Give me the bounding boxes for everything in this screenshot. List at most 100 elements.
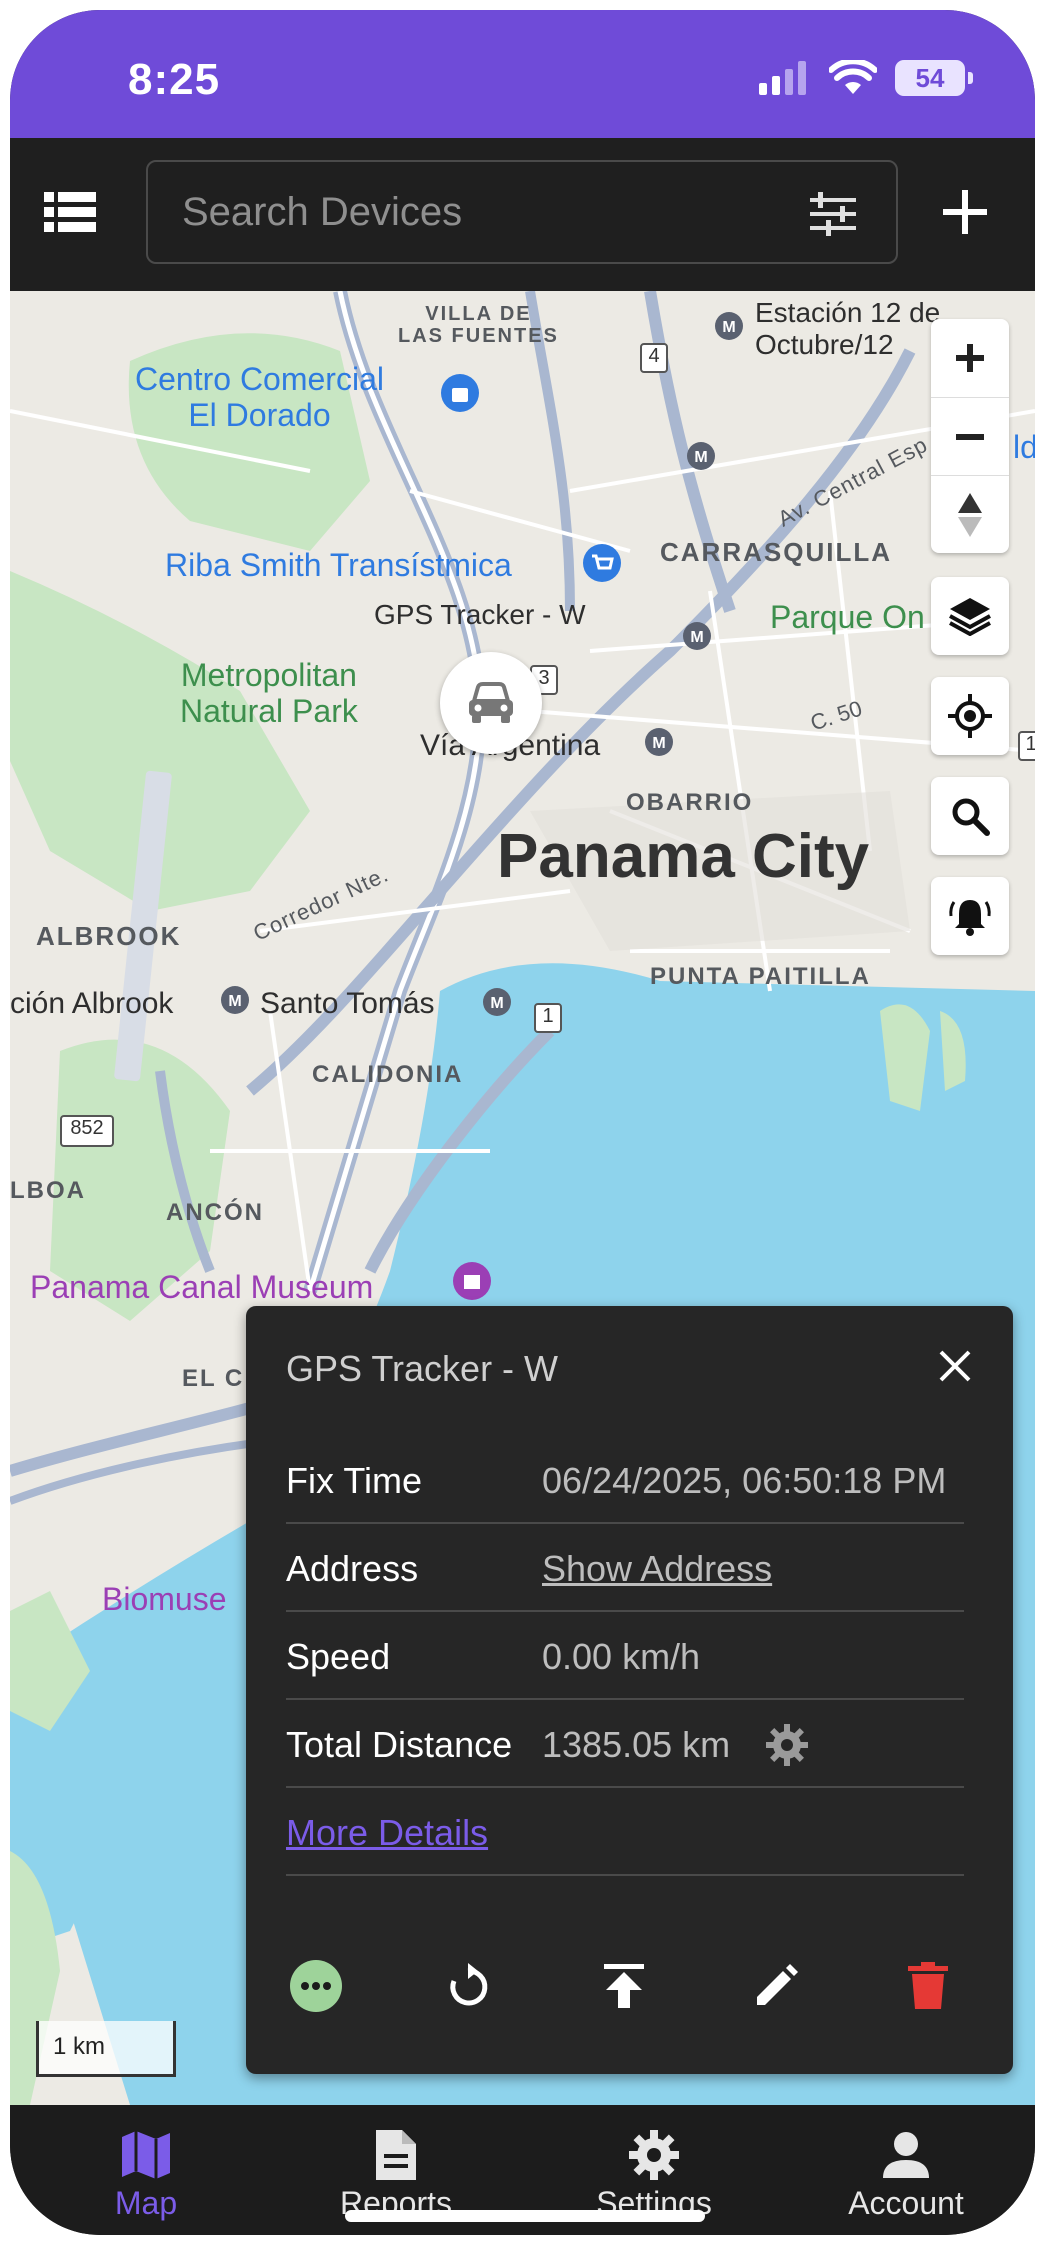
row-label: Address [286,1548,419,1589]
person-icon [883,2132,929,2178]
layers-button[interactable] [931,577,1009,655]
wifi-icon [829,60,877,94]
map-label-parque: Parque On [770,599,925,635]
signal-icon [759,61,806,95]
map-label-calidonia: CALIDONIA [312,1061,464,1088]
nav-account[interactable]: Account [806,2125,1006,2222]
speed-value: 0.00 km/h [542,1636,701,1677]
map-label-ld: ld [1013,429,1035,465]
map-label-santo-tomas: Santo Tomás [260,987,435,1020]
nav-settings[interactable]: Settings [554,2125,754,2222]
shopping-bag-poi-icon [441,374,479,412]
row-address: Address Show Address [286,1524,964,1612]
search-devices-box [146,160,898,264]
plus-icon [956,344,984,372]
svg-text:M: M [722,319,735,336]
map-label-ancon: ANCÓN [166,1199,264,1226]
status-icons: 54 [759,60,973,96]
map-label-el-c: EL C [182,1365,245,1392]
nav-reports[interactable]: Reports [296,2125,496,2222]
svg-text:M: M [652,735,665,752]
upload-icon [604,1964,644,2008]
top-toolbar [10,138,1035,291]
search-icon [952,798,990,836]
add-device-icon[interactable] [935,182,995,242]
museum-poi-icon [453,1262,491,1300]
row-label: Speed [286,1636,391,1677]
zoom-controls [931,319,1009,553]
map-label-boa: LBOA [10,1177,86,1204]
map-label-villa: VILLA DE LAS FUENTES [398,303,559,347]
map-view[interactable]: VILLA DE LAS FUENTES Estación 12 de Octu… [10,291,1035,2105]
search-devices-input[interactable] [182,162,782,262]
layers-icon [949,598,991,636]
svg-text:M: M [694,449,707,466]
zoom-in-button[interactable] [931,319,1009,397]
locate-button[interactable] [931,677,1009,755]
route-shield-4: 4 [640,343,668,373]
more-options-button[interactable] [286,1956,346,2016]
map-label-albrook-station: ción Albrook [10,987,174,1020]
close-icon[interactable] [935,1346,975,1386]
gear-icon [629,2130,679,2180]
map-label-gps-marker: GPS Tracker - W [374,599,586,630]
replay-icon [450,1963,488,2006]
nav-map[interactable]: Map [46,2125,246,2222]
route-shield-852: 852 [60,1115,114,1147]
more-horiz-icon [290,1960,342,2012]
map-label-estacion: Estación 12 de Octubre/12 [755,297,941,360]
edit-button[interactable] [746,1956,806,2016]
row-label: Fix Time [286,1460,423,1501]
status-bar: 8:25 54 [10,10,1035,138]
home-indicator [345,2210,705,2222]
metro-station-icon: M [683,622,711,650]
zoom-out-button[interactable] [931,397,1009,475]
show-address-link[interactable]: Show Address [542,1548,772,1590]
bell-alarm-icon [949,900,991,936]
nav-label: Map [114,2185,178,2221]
map-label-canal-museum: Panama Canal Museum [30,1269,374,1305]
vehicle-marker[interactable] [440,652,542,754]
send-command-button[interactable] [594,1956,654,2016]
metro-station-icon: M [483,988,511,1016]
popup-device-title: GPS Tracker - W [286,1348,559,1389]
trash-icon [908,1962,948,2009]
map-search-button[interactable] [931,777,1009,855]
route-shield-1: 1 [534,1003,562,1033]
delete-button[interactable] [898,1956,958,2016]
map-icon [122,2131,170,2179]
list-menu-icon[interactable] [44,190,96,234]
map-label-albrook: ALBROOK [36,921,182,951]
filter-tune-icon[interactable] [810,192,856,236]
map-label-carrasquilla: CARRASQUILLA [660,537,892,567]
row-total-distance: Total Distance 1385.05 km [286,1700,964,1788]
metro-station-icon: M [687,442,715,470]
fix-time-value: 06/24/2025, 06:50:18 PM [542,1460,947,1501]
crosshair-icon [948,694,992,738]
more-details-link[interactable]: More Details [286,1812,488,1854]
gear-settings-icon[interactable] [764,1722,810,1768]
map-label-centro-comercial: Centro Comercial El Dorado [135,361,384,433]
popup-actions [286,1956,976,2026]
nav-label: Account [848,2185,964,2221]
metro-station-icon: M [715,312,743,340]
status-time: 8:25 [128,55,221,104]
minus-icon [956,433,984,440]
map-label-riba-smith: Riba Smith Transístmica [165,547,512,583]
map-scale: 1 km [36,2021,176,2077]
document-icon [376,2130,416,2180]
battery-icon: 54 [895,60,973,96]
alarm-button[interactable] [931,877,1009,955]
phone-screen: 8:25 54 Search Devices VILLA DE LAS FUEN… [10,10,1035,2235]
svg-text:M: M [690,629,703,646]
metro-station-icon: M [645,728,673,756]
replay-button[interactable] [438,1956,498,2016]
map-label-biomuse: Biomuse [102,1581,227,1617]
map-label-punta-paitilla: PUNTA PAITILLA [650,963,871,990]
svg-text:M: M [228,993,241,1010]
metro-station-icon: M [221,986,249,1014]
svg-text:M: M [490,995,503,1012]
device-info-popup: GPS Tracker - W Fix Time 06/24/2025, 06:… [246,1306,1013,2074]
compass-button[interactable] [931,475,1009,553]
row-fix-time: Fix Time 06/24/2025, 06:50:18 PM [286,1436,964,1524]
